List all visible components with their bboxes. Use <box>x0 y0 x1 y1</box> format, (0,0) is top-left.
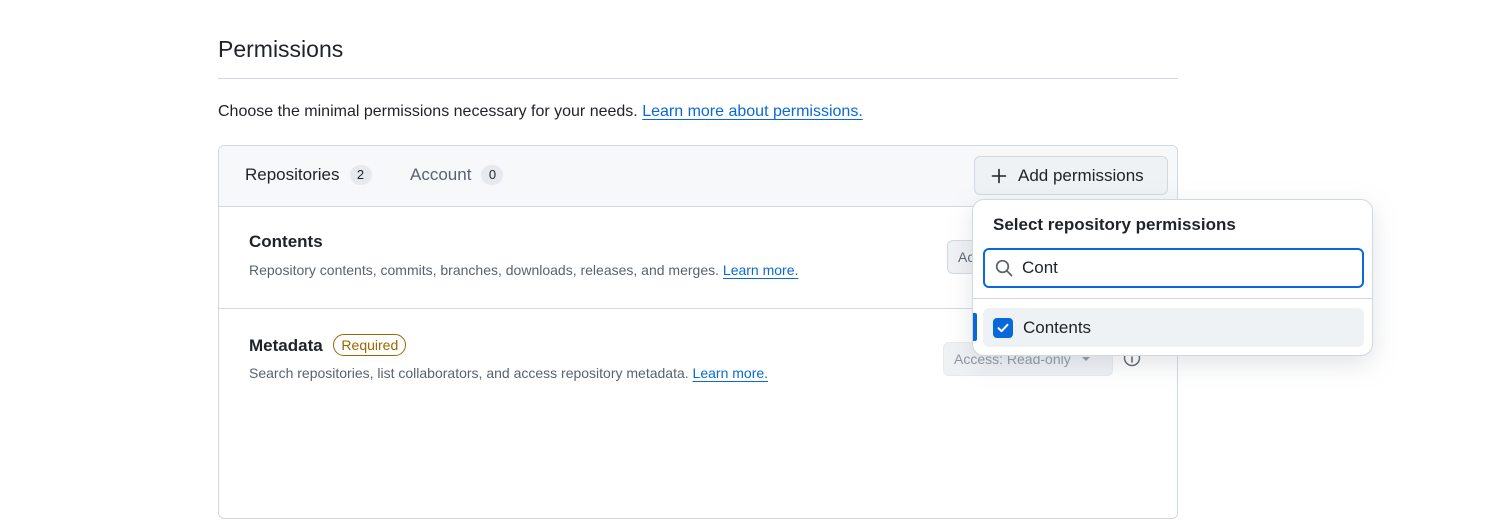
search-icon <box>995 259 1013 277</box>
plus-icon <box>991 168 1007 183</box>
popover-divider <box>973 298 1372 299</box>
tab-account-count: 0 <box>481 165 504 185</box>
learn-more-permissions-link[interactable]: Learn more about permissions. <box>642 103 863 120</box>
learn-more-link[interactable]: Learn more. <box>693 365 768 381</box>
learn-more-link[interactable]: Learn more. <box>723 262 798 278</box>
required-badge: Required <box>333 334 407 356</box>
permission-name: Contents <box>249 232 323 251</box>
active-item-indicator <box>973 313 977 341</box>
intro-text: Choose the minimal permissions necessary… <box>218 103 638 120</box>
permission-option-label: Contents <box>1023 317 1092 337</box>
tab-repositories-label: Repositories <box>245 165 340 184</box>
add-permissions-button[interactable]: Add permissions <box>974 156 1168 195</box>
permission-name-text: Metadata <box>249 336 323 355</box>
permission-description-text: Search repositories, list collaborators,… <box>249 365 689 381</box>
tab-repositories[interactable]: Repositories 2 <box>245 165 372 185</box>
add-permissions-label: Add permissions <box>1018 165 1144 185</box>
popover-title: Select repository permissions <box>993 215 1236 234</box>
checkbox-checked-icon[interactable] <box>993 317 1013 338</box>
permissions-title: Permissions <box>218 36 344 62</box>
tab-repositories-count: 2 <box>349 165 372 185</box>
permission-search-field[interactable] <box>983 248 1364 288</box>
title-divider <box>218 78 1178 79</box>
select-permissions-popover: Select repository permissions Contents <box>972 199 1373 356</box>
permission-description: Search repositories, list collaborators,… <box>249 365 768 381</box>
permission-search-input[interactable] <box>1022 258 1342 278</box>
permission-option-contents[interactable]: Contents <box>983 308 1364 347</box>
permission-description: Repository contents, commits, branches, … <box>249 262 798 278</box>
permissions-intro: Choose the minimal permissions necessary… <box>218 103 863 121</box>
tab-account[interactable]: Account 0 <box>410 165 504 185</box>
permission-description-text: Repository contents, commits, branches, … <box>249 262 720 278</box>
tab-account-label: Account <box>410 165 472 184</box>
permission-name: Metadata Required <box>249 334 407 356</box>
card-header: Repositories 2 Account 0 Add permissions <box>219 146 1177 207</box>
